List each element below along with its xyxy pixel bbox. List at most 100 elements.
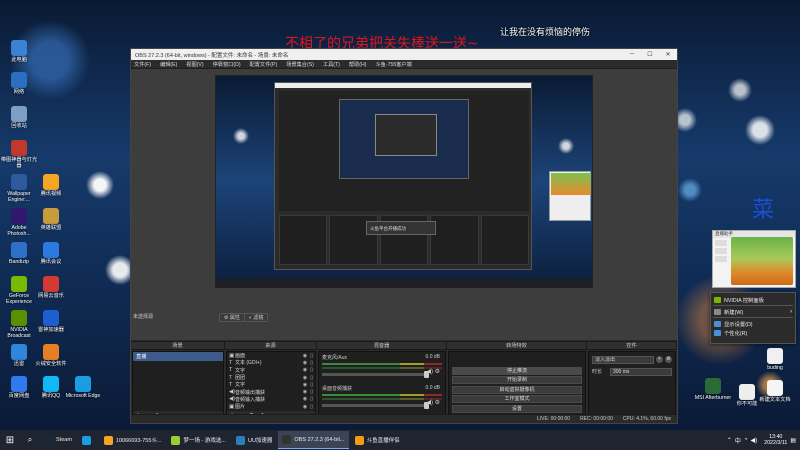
taskbar-app[interactable]: 斗鱼直播伴侣 [351, 431, 404, 449]
preview-area[interactable]: 斗鱼平台开播成功 未选择源 ⚙ 属性 ◐ 滤镜 [131, 69, 677, 340]
volume-icon[interactable]: ◀) [751, 437, 758, 444]
visibility-eye-icon[interactable]: ◉ [303, 360, 307, 366]
lock-icon[interactable]: ▯ [310, 382, 313, 388]
control-button[interactable]: 停止推流 [452, 366, 582, 375]
menu-douyu-client[interactable]: 斗鱼·755客户端 [375, 61, 411, 68]
lock-icon[interactable]: ▯ [310, 375, 313, 381]
menu-tools[interactable]: 工具(T) [323, 61, 340, 68]
desktop-icon[interactable]: 腾讯视频 [32, 174, 70, 197]
network-icon[interactable]: ◔ [744, 437, 748, 443]
clock[interactable]: 13:40 2022/3/11 [764, 434, 787, 447]
menu-scene-collection[interactable]: 场景集合(S) [286, 61, 314, 68]
start-button[interactable]: ⊞ [0, 430, 20, 450]
volume-fader[interactable] [322, 371, 429, 378]
lock-icon[interactable]: ▯ [310, 353, 313, 359]
source-item[interactable]: T 文字 ◉ ▯ [227, 367, 315, 374]
visibility-eye-icon[interactable]: ◉ [303, 389, 307, 395]
gear-icon[interactable]: ⚙ [435, 400, 440, 406]
close-button[interactable]: ✕ [659, 51, 677, 58]
desktop-large-character: 菜 [752, 198, 775, 223]
desktop-icon[interactable]: 网易云音乐 [32, 276, 70, 299]
source-item[interactable]: ◀) 音频输入捕获 ◉ ▯ [227, 396, 315, 403]
scene-item[interactable]: 直播 [133, 352, 223, 361]
source-item[interactable]: T 文本 (GDI+) ◉ ▯ [227, 359, 315, 367]
lock-icon[interactable]: ▯ [310, 396, 313, 402]
desktop-icon[interactable]: Microsoft Edge [64, 376, 102, 399]
desktop-icon[interactable]: 新建文本文档 [756, 380, 794, 403]
properties-button[interactable]: ⚙ 属性 [219, 313, 245, 322]
lock-icon[interactable]: ▯ [310, 389, 313, 395]
desktop-icon[interactable]: 回收站 [0, 106, 38, 129]
context-menu-item[interactable]: NVIDIA 控制面板 [711, 295, 795, 304]
context-menu-item[interactable]: 个性化(R) [711, 328, 795, 337]
speaker-icon[interactable]: ◀) [426, 369, 434, 375]
maximize-button[interactable]: ☐ [641, 51, 659, 58]
obs-titlebar[interactable]: OBS 27.2.3 (64-bit, windows) - 配置文件: 未命名… [131, 49, 677, 60]
taskbar-app[interactable]: UU加速器 [232, 431, 276, 449]
floating-preview-popup[interactable]: 直播助手 [712, 230, 796, 288]
visibility-eye-icon[interactable]: ◉ [303, 382, 307, 388]
control-button[interactable]: 工作室模式 [452, 395, 582, 403]
volume-fader[interactable] [322, 402, 429, 409]
visibility-eye-icon[interactable]: ◉ [303, 396, 307, 402]
transition-settings-icon[interactable]: ⚙ [665, 356, 672, 363]
menu-help[interactable]: 帮助(H) [349, 61, 367, 68]
context-menu-item[interactable]: 新建(W) › [711, 307, 795, 316]
cpu-status: CPU: 4.1%, 60.00 fps [622, 416, 671, 422]
desktop-icon[interactable]: 此电脑 [0, 40, 38, 63]
visibility-eye-icon[interactable]: ◉ [303, 353, 307, 359]
menu-docks[interactable]: 停靠窗口(D) [213, 61, 241, 68]
control-button[interactable]: 启动虚拟摄像机 [452, 385, 582, 394]
visibility-eye-icon[interactable]: ◉ [303, 404, 307, 410]
add-transition-button[interactable]: + [656, 356, 663, 363]
ime-indicator[interactable]: 中 [735, 436, 741, 445]
preview-canvas[interactable]: 斗鱼平台开播成功 [215, 75, 593, 288]
source-item[interactable]: T 文字 ◉ ▯ [227, 381, 315, 389]
menu-profile[interactable]: 配置文件(P) [250, 61, 278, 68]
gear-icon[interactable]: ⚙ [435, 369, 440, 375]
visibility-eye-icon[interactable]: ◉ [303, 367, 307, 373]
context-menu-item[interactable]: 显示设置(D) [711, 319, 795, 328]
lock-icon[interactable]: ▯ [310, 360, 313, 366]
desktop-icon[interactable]: 火绒安全软件 [32, 344, 70, 367]
desktop-icon[interactable]: 雷神加速器 [32, 310, 70, 333]
notification-icon[interactable]: ▤ [790, 437, 796, 444]
menu-edit[interactable]: 编辑(E) [160, 61, 177, 68]
taskbar-app[interactable] [78, 431, 98, 449]
lock-icon[interactable]: ▯ [310, 404, 313, 410]
popup-side-buttons[interactable] [715, 240, 727, 264]
taskbar-app[interactable]: Steam [40, 431, 76, 449]
control-button[interactable]: 设置 [452, 404, 582, 413]
taskbar-app[interactable]: OBS 27.2.3 (64-bit... [278, 431, 349, 449]
speaker-icon[interactable]: ◀) [426, 400, 434, 406]
duration-input[interactable]: 300 ms [610, 367, 672, 376]
desktop-icon[interactable]: 带图神器与灯光器 [0, 140, 38, 169]
desktop-icon-label: 回收站 [11, 123, 27, 129]
menu-file[interactable]: 文件(F) [134, 61, 151, 68]
source-item[interactable]: ▣ 画面 ◉ ▯ [227, 352, 315, 360]
app-icon [11, 40, 27, 56]
desktop-icon[interactable]: MSI Afterburner [694, 378, 732, 401]
source-item[interactable]: ◀) 音频输出捕获 ◉ ▯ [227, 388, 315, 396]
minimize-button[interactable]: ─ [623, 51, 641, 58]
lock-icon[interactable]: ▯ [310, 367, 313, 373]
mixer-channel-name: 麦克风/Aux [322, 355, 348, 361]
desktop-icon[interactable]: 英雄联盟 [32, 208, 70, 231]
filters-button[interactable]: ◐ 滤镜 [244, 313, 269, 322]
dock-title-mixer: 混音器 [317, 342, 447, 349]
transition-select[interactable]: 淡入淡出 [592, 355, 654, 364]
obs-window[interactable]: OBS 27.2.3 (64-bit, windows) - 配置文件: 未命名… [130, 48, 678, 424]
visibility-eye-icon[interactable]: ◉ [303, 375, 307, 381]
desktop-icon[interactable]: 腾讯会议 [32, 242, 70, 265]
desktop-icon[interactable]: buding [756, 348, 794, 371]
taskbar-app[interactable]: 梦一场 - 游戏选... [167, 431, 229, 449]
taskbar-app-label: 斗鱼直播伴侣 [366, 438, 400, 444]
source-item[interactable]: T 团团 ◉ ▯ [227, 374, 315, 382]
desktop-icon[interactable]: 网络 [0, 72, 38, 95]
control-button[interactable]: 开始录制 [452, 376, 582, 384]
menu-view[interactable]: 视图(V) [186, 61, 203, 68]
search-icon[interactable]: ⌕ [20, 430, 40, 450]
taskbar-app[interactable]: 10066693-755斗... [100, 431, 166, 449]
tray-chevron-icon[interactable]: ⌃ [727, 437, 732, 444]
source-item[interactable]: ▣ 图片 ◉ ▯ [227, 403, 315, 411]
